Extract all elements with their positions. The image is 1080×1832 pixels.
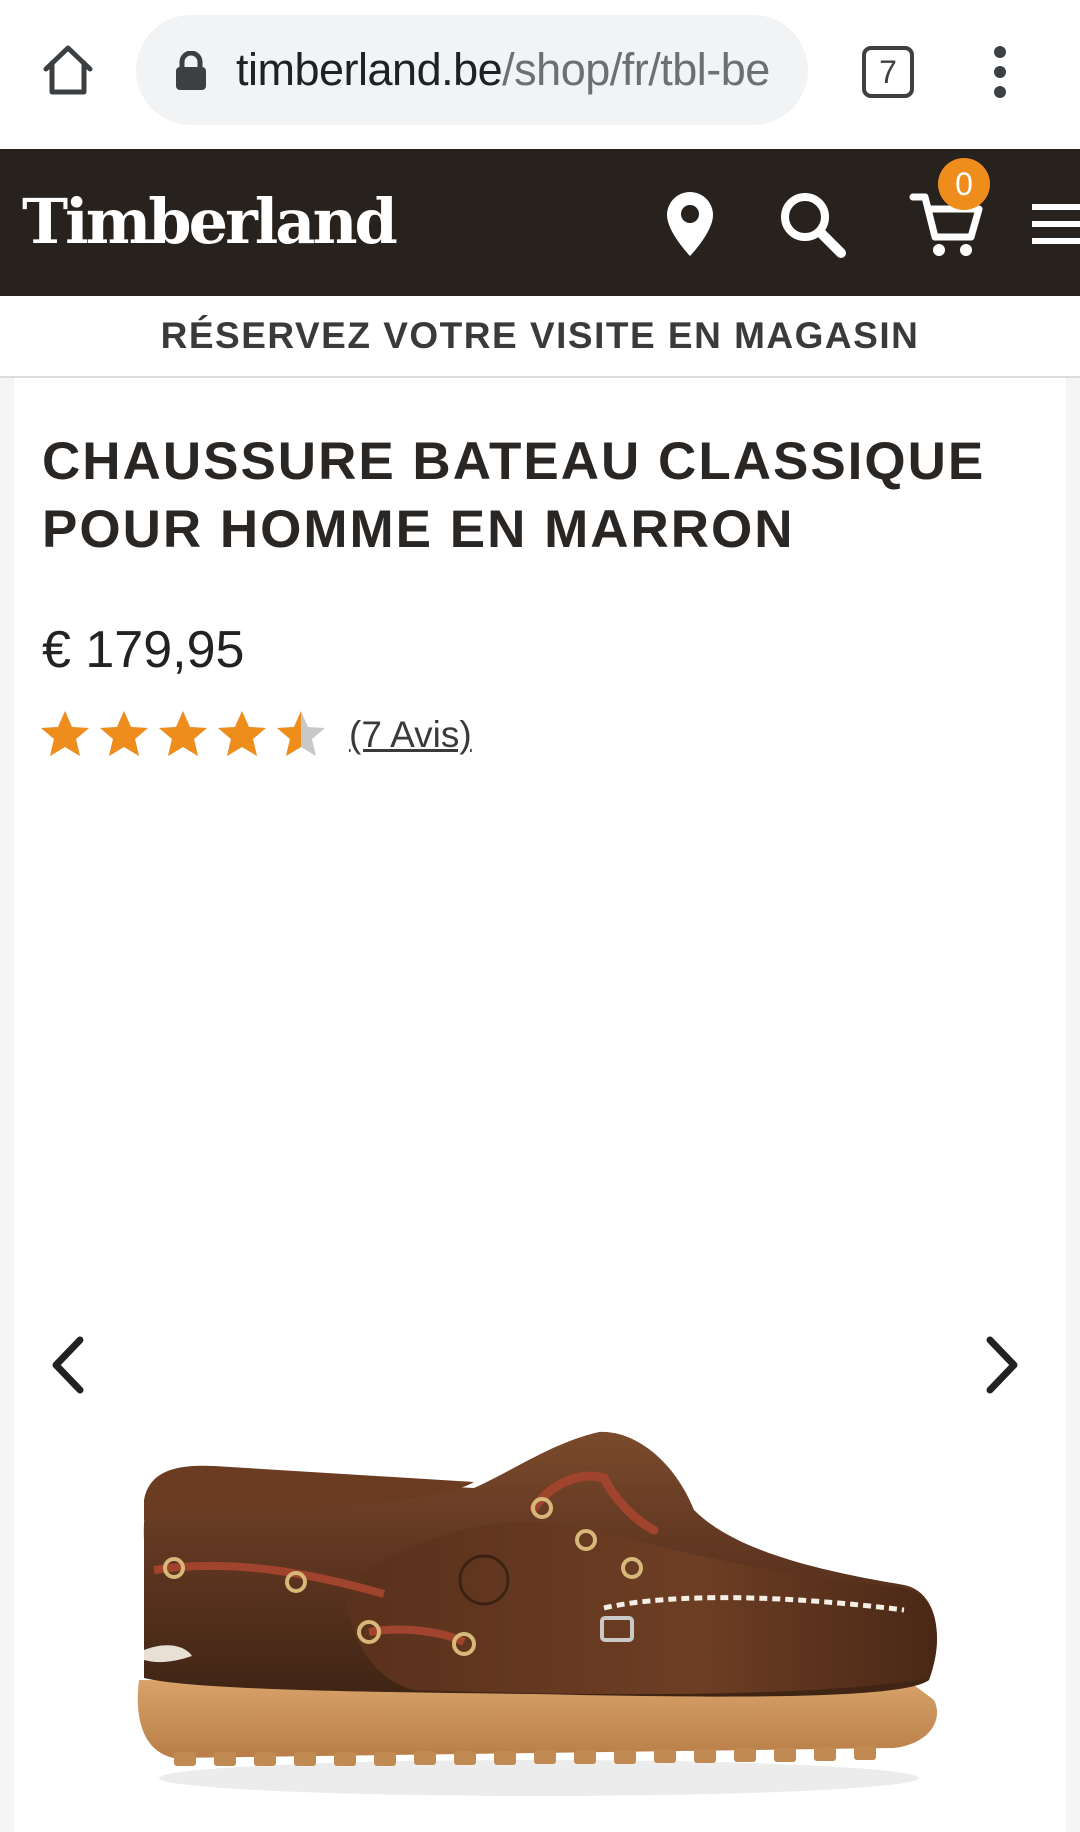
url-text: timberland.be/shop/fr/tbl-be — [236, 15, 788, 125]
star-icon — [159, 711, 207, 756]
home-icon — [43, 45, 93, 95]
chevron-left-icon[interactable] — [40, 1330, 100, 1400]
browser-toolbar: timberland.be/shop/fr/tbl-be 7 — [0, 0, 1080, 149]
brand-logo[interactable]: Timberland — [22, 177, 402, 267]
product-title: CHAUSSURE BATEAU CLASSIQUE POUR HOMME EN… — [42, 432, 986, 559]
search-button[interactable] — [772, 184, 852, 264]
site-header: Timberland — [0, 149, 1080, 296]
hamburger-menu-icon[interactable] — [1030, 194, 1080, 254]
star-icon — [277, 711, 325, 756]
store-visit-banner[interactable]: RÉSERVEZ VOTRE VISITE EN MAGASIN — [0, 296, 1080, 378]
url-domain: timberland.be — [236, 44, 503, 95]
product-image-boat-shoe[interactable] — [114, 1360, 964, 1810]
reviews-link[interactable]: (7 Avis) — [349, 714, 472, 756]
search-icon — [781, 193, 846, 258]
star-icon — [41, 711, 89, 756]
rating-row: (7 Avis) — [38, 707, 472, 763]
url-path: /shop/fr/tbl-be — [502, 44, 770, 95]
star-rating — [38, 708, 333, 762]
tab-count: 7 — [879, 53, 897, 90]
address-bar[interactable]: timberland.be/shop/fr/tbl-be — [136, 15, 808, 125]
store-locator-button[interactable] — [655, 184, 725, 264]
chevron-right-icon[interactable] — [970, 1330, 1030, 1400]
home-button[interactable] — [36, 38, 100, 102]
tab-switcher-button[interactable]: 7 — [860, 44, 916, 100]
left-gutter — [0, 378, 14, 1832]
lock-icon — [176, 51, 206, 90]
brand-name: Timberland — [22, 185, 398, 258]
more-vertical-icon[interactable] — [980, 42, 1020, 102]
product-price: € 179,95 — [42, 621, 245, 679]
cart-count-badge: 0 — [938, 158, 990, 210]
star-icon — [100, 711, 148, 756]
right-gutter — [1066, 378, 1080, 1832]
star-icon — [218, 711, 266, 756]
map-pin-icon — [667, 192, 713, 256]
tabs-icon: 7 — [862, 46, 914, 98]
product-gallery — [14, 790, 1066, 1832]
